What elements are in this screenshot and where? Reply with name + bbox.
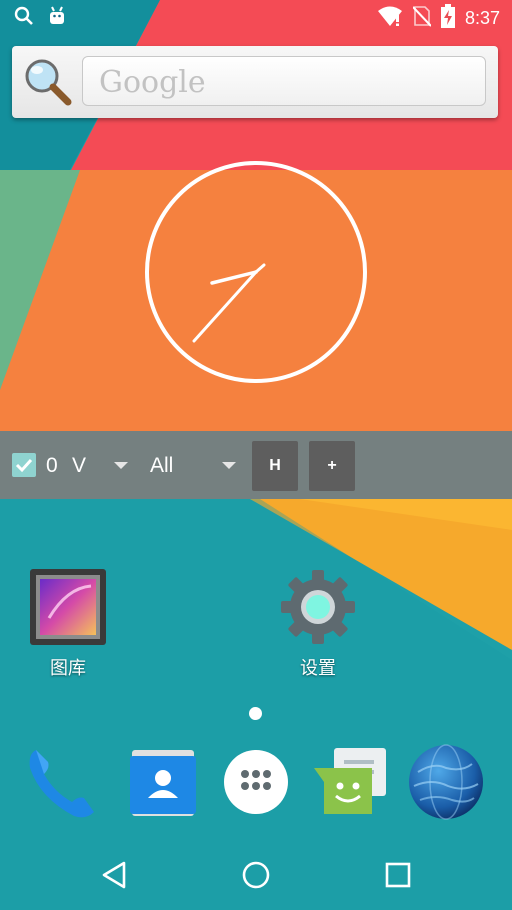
navigation-bar xyxy=(0,840,512,910)
app-label: 图库 xyxy=(50,658,86,679)
magnifier-icon[interactable] xyxy=(22,56,74,108)
google-search-widget[interactable]: Google xyxy=(12,46,498,118)
h-button[interactable]: H xyxy=(252,441,298,491)
battery-charging-icon xyxy=(440,4,455,32)
recents-icon[interactable] xyxy=(368,840,428,910)
toolbar-filter-select[interactable]: All xyxy=(150,454,173,478)
android-icon xyxy=(48,6,66,30)
phone-icon[interactable] xyxy=(22,742,102,822)
clock-hand-tip xyxy=(254,263,266,274)
settings-gear-icon xyxy=(279,568,357,646)
search-placeholder: Google xyxy=(99,65,206,100)
app-drawer-icon[interactable] xyxy=(216,742,296,822)
messaging-icon[interactable] xyxy=(312,742,392,822)
filter-dropdown-icon[interactable] xyxy=(222,462,236,469)
clock-text: 8:37 xyxy=(464,7,500,28)
plus-button[interactable]: + xyxy=(309,441,355,491)
page-indicator-dot xyxy=(249,707,262,720)
status-bar: 8:37 xyxy=(0,0,512,34)
toolbar-count: 0 xyxy=(46,454,58,477)
toolbar-checkbox[interactable] xyxy=(12,453,36,477)
mode-dropdown-icon[interactable] xyxy=(114,462,128,469)
back-icon[interactable] xyxy=(84,840,144,910)
app-settings[interactable]: 设置 xyxy=(268,568,368,680)
search-icon xyxy=(14,6,34,30)
no-sim-icon xyxy=(412,5,432,31)
search-input[interactable]: Google xyxy=(82,56,486,106)
toolbar-mode-select[interactable]: V xyxy=(72,454,86,478)
gallery-icon xyxy=(29,568,107,646)
app-gallery[interactable]: 图库 xyxy=(18,568,118,680)
analog-clock-widget[interactable] xyxy=(144,160,368,384)
minute-hand xyxy=(192,270,258,343)
home-icon[interactable] xyxy=(226,840,286,910)
wifi-icon xyxy=(377,5,403,31)
browser-globe-icon[interactable] xyxy=(406,742,486,822)
home-screen: 8:37 Google 0 V All H + 图库 设置 xyxy=(0,0,512,910)
app-label: 设置 xyxy=(300,658,336,679)
contacts-icon[interactable] xyxy=(122,742,202,822)
